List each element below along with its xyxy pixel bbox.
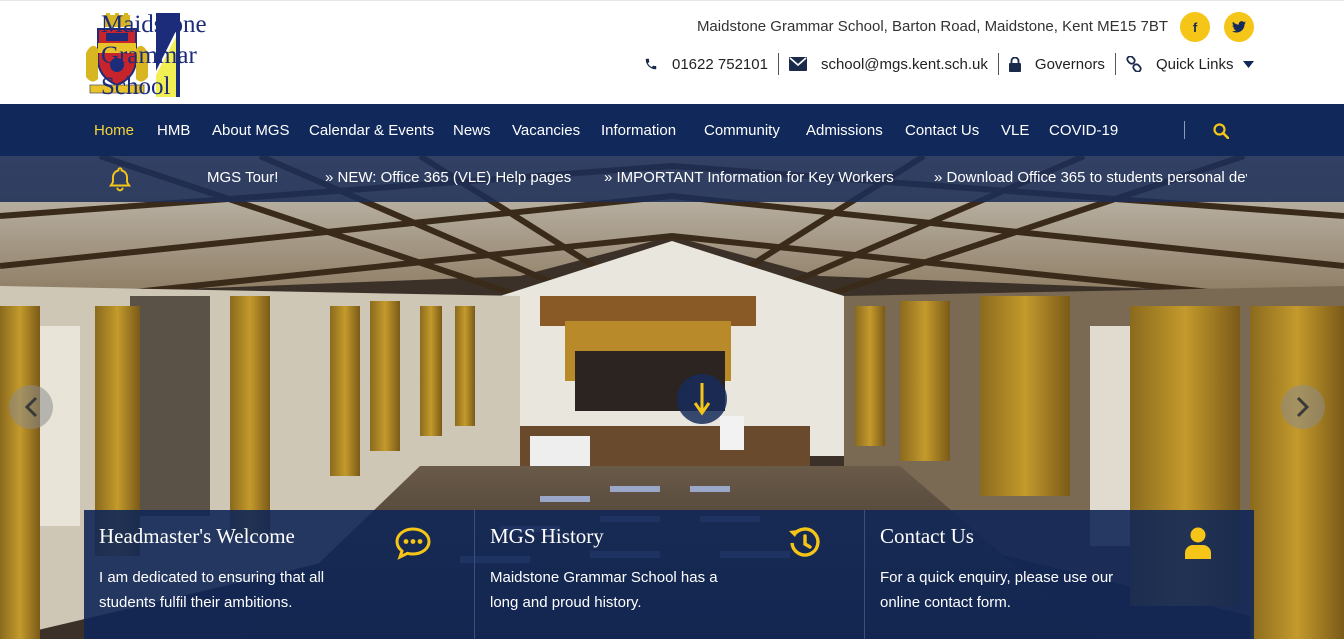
phone-icon	[645, 58, 657, 70]
site-header: Maidstone Grammar School Maidstone Gramm…	[0, 0, 1344, 104]
slider-next-button[interactable]	[1281, 385, 1325, 429]
chevron-left-icon	[24, 396, 38, 418]
school-name: Maidstone Grammar School	[101, 9, 207, 102]
nav-item-community[interactable]: Community	[704, 122, 780, 139]
school-address: Maidstone Grammar School, Barton Road, M…	[696, 18, 1168, 35]
alert-ticker-bar: MGS Tour! » NEW: Office 365 (VLE) Help p…	[0, 156, 1344, 202]
speech-bubble-icon	[395, 527, 431, 560]
history-icon	[789, 527, 820, 557]
envelope-icon	[788, 57, 807, 71]
phone-link[interactable]: 01622 752101	[634, 53, 778, 75]
twitter-icon[interactable]	[1224, 12, 1254, 42]
nav-item-calendar[interactable]: Calendar & Events	[309, 122, 434, 139]
contact-row: 01622 752101 school@mgs.kent.sch.uk Gove…	[634, 52, 1278, 76]
nav-item-admissions[interactable]: Admissions	[806, 122, 883, 139]
chevron-down-icon	[1243, 60, 1255, 68]
nav-item-contact[interactable]: Contact Us	[905, 122, 979, 139]
ticker-item[interactable]: MGS Tour!	[207, 169, 278, 186]
chevron-right-icon	[1296, 396, 1310, 418]
slider-prev-button[interactable]	[9, 385, 53, 429]
card-text: For a quick enquiry, please use our onli…	[880, 569, 1114, 611]
scroll-down-button[interactable]	[677, 374, 727, 424]
nav-item-news[interactable]: News	[453, 122, 491, 139]
school-name-line: Maidstone	[101, 11, 207, 38]
nav-divider	[1184, 121, 1185, 139]
governors-link[interactable]: Governors	[997, 53, 1115, 75]
main-nav: Home HMB About MGS Calendar & Events New…	[0, 104, 1344, 156]
nav-item-home[interactable]: Home	[94, 122, 134, 139]
nav-item-vle[interactable]: VLE	[1001, 122, 1029, 139]
email-link[interactable]: school@mgs.kent.sch.uk	[777, 53, 998, 75]
card-text: I am dedicated to ensuring that all stud…	[99, 569, 325, 611]
card-text: Maidstone Grammar School has a long and …	[490, 569, 718, 611]
phone-number: 01622 752101	[672, 55, 768, 73]
bell-icon	[108, 167, 132, 192]
link-icon	[1126, 56, 1142, 72]
ticker-item[interactable]: » NEW: Office 365 (VLE) Help pages	[325, 169, 571, 186]
ticker-item[interactable]: » Download Office 365 to students person…	[934, 169, 1247, 186]
email-address: school@mgs.kent.sch.uk	[820, 55, 988, 73]
school-name-line: School	[101, 73, 171, 100]
nav-item-hmb[interactable]: HMB	[157, 122, 190, 139]
facebook-label: f	[1192, 19, 1198, 35]
nav-item-vacancies[interactable]: Vacancies	[512, 122, 580, 139]
card-headmasters-welcome[interactable]: Headmaster's Welcome I am dedicated to e…	[84, 510, 474, 639]
nav-item-covid[interactable]: COVID-19	[1049, 122, 1118, 139]
card-contact-us[interactable]: Contact Us For a quick enquiry, please u…	[864, 510, 1254, 639]
user-icon	[1185, 527, 1211, 559]
facebook-icon[interactable]: f	[1180, 12, 1210, 42]
nav-item-about[interactable]: About MGS	[212, 122, 290, 139]
ticker-item[interactable]: » IMPORTANT Information for Key Workers	[604, 169, 894, 186]
school-name-line: Grammar	[101, 42, 197, 69]
quick-links-dropdown[interactable]: Quick Links	[1114, 53, 1279, 75]
quick-links-label: Quick Links	[1155, 55, 1234, 73]
lock-icon	[1008, 56, 1021, 72]
page: Maidstone Grammar School Maidstone Gramm…	[0, 0, 1344, 639]
nav-item-information[interactable]: Information	[601, 122, 676, 139]
search-icon[interactable]	[1213, 123, 1229, 139]
arrow-down-icon	[694, 383, 710, 416]
card-mgs-history[interactable]: MGS History Maidstone Grammar School has…	[474, 510, 864, 639]
governors-label: Governors	[1034, 55, 1105, 73]
